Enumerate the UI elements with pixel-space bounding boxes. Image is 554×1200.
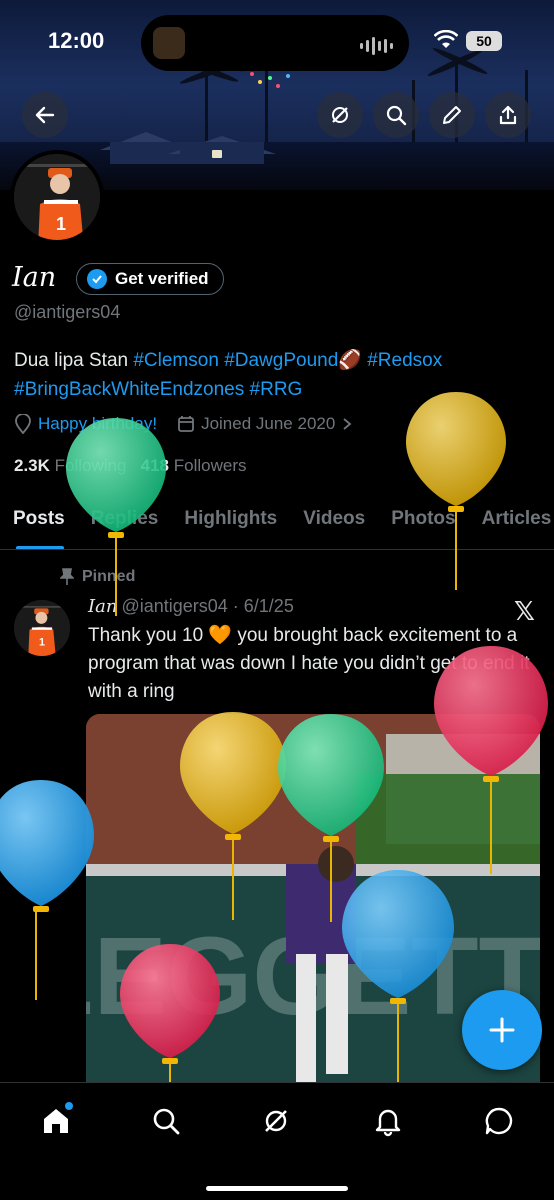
- post-date[interactable]: 6/1/25: [244, 596, 294, 616]
- edit-button[interactable]: [429, 92, 475, 138]
- hashtag-link[interactable]: #Clemson: [133, 350, 219, 371]
- get-verified-button[interactable]: Get verified: [76, 263, 224, 295]
- get-verified-label: Get verified: [115, 269, 209, 288]
- tab-videos[interactable]: Videos: [290, 498, 378, 549]
- balloon-decoration: [66, 418, 166, 616]
- status-time: 12:00: [48, 28, 105, 53]
- home-indicator: [206, 1186, 348, 1191]
- nav-notifications[interactable]: [368, 1101, 408, 1141]
- avatar-photo: 1: [14, 600, 70, 656]
- balloon-decoration: [406, 392, 506, 590]
- svg-text:1: 1: [39, 636, 45, 648]
- profile-avatar[interactable]: 1: [10, 150, 104, 244]
- pencil-icon: [443, 106, 461, 124]
- hashtag-link[interactable]: #DawgPound: [224, 350, 338, 371]
- nav-grok[interactable]: [256, 1101, 296, 1141]
- post-author-avatar[interactable]: 1: [14, 600, 70, 656]
- profile-name: Ian: [12, 262, 57, 293]
- balloon-decoration: [120, 944, 220, 1082]
- battery-indicator: 50: [466, 31, 502, 51]
- grok-button[interactable]: [317, 92, 363, 138]
- search-button[interactable]: [373, 92, 419, 138]
- share-button[interactable]: [485, 92, 531, 138]
- location-icon: [15, 414, 31, 434]
- share-icon: [499, 105, 517, 125]
- balloon-decoration: [180, 712, 286, 920]
- compose-plus-icon: [489, 1017, 515, 1043]
- balloon-decoration: [342, 870, 454, 1082]
- balloon-decoration: [434, 646, 548, 874]
- hashtag-link[interactable]: #BringBackWhiteEndzones: [14, 379, 244, 400]
- verified-badge-icon: [87, 269, 107, 289]
- hashtag-link[interactable]: #Redsox: [367, 350, 442, 371]
- joined-date[interactable]: Joined June 2020: [177, 414, 353, 434]
- bio-text: Dua lipa Stan: [14, 350, 134, 371]
- profile-handle: @iantigers04: [14, 302, 121, 322]
- bottom-navigation: [0, 1082, 554, 1200]
- dynamic-island: [141, 15, 409, 71]
- svg-text:1: 1: [56, 214, 66, 234]
- now-playing-app-icon: [153, 27, 185, 59]
- search-icon: [386, 105, 407, 126]
- nav-messages[interactable]: [479, 1101, 519, 1141]
- notifications-icon: [375, 1109, 401, 1137]
- joined-label: Joined June 2020: [201, 414, 336, 433]
- status-bar: 12:00 50: [0, 0, 554, 80]
- compose-post-button[interactable]: [462, 990, 542, 1070]
- search-icon: [153, 1108, 180, 1135]
- avatar-photo: 1: [14, 154, 100, 240]
- balloon-decoration: [0, 780, 94, 1000]
- audio-wave-icon: [360, 37, 393, 55]
- chevron-right-icon: [343, 418, 352, 430]
- grok-icon: [265, 1110, 287, 1132]
- notification-dot: [65, 1102, 73, 1110]
- nav-home[interactable]: [36, 1101, 76, 1141]
- messages-icon: [485, 1107, 513, 1135]
- nav-search[interactable]: [146, 1101, 186, 1141]
- grok-icon: [332, 107, 348, 123]
- wifi-icon: [434, 30, 458, 48]
- calendar-icon: [178, 416, 194, 432]
- back-arrow-icon: [35, 106, 55, 124]
- football-helmet-emoji: 🏈: [338, 350, 362, 371]
- tab-highlights[interactable]: Highlights: [171, 498, 290, 549]
- back-button[interactable]: [22, 92, 68, 138]
- hashtag-link[interactable]: #RRG: [250, 379, 303, 400]
- post-date-separator: ·: [227, 596, 244, 616]
